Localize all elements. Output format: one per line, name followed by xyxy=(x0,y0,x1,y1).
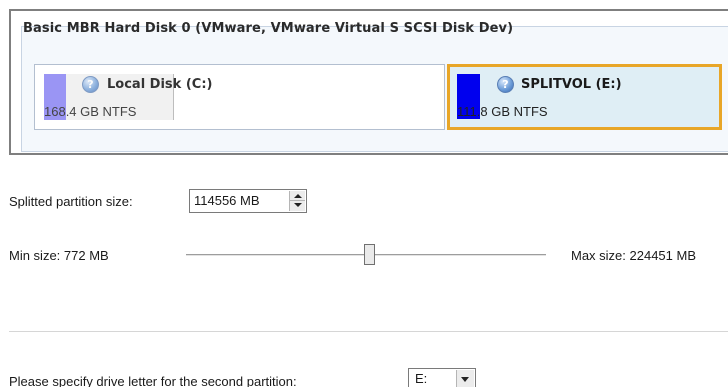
drive-letter-label: Please specify drive letter for the seco… xyxy=(9,374,297,387)
divider xyxy=(9,331,728,332)
chevron-down-icon[interactable] xyxy=(456,370,474,387)
partition-name: SPLITVOL (E:) xyxy=(521,77,622,92)
slider-thumb[interactable] xyxy=(364,244,375,265)
min-size-label: Min size: 772 MB xyxy=(9,248,109,263)
drive-letter-select[interactable]: E: xyxy=(408,368,476,387)
split-size-label: Splitted partition size: xyxy=(9,194,133,209)
split-size-spinbox[interactable]: 114556 MB xyxy=(189,189,307,213)
disk-map-panel: Basic MBR Hard Disk 0 (VMware, VMware Vi… xyxy=(9,9,728,155)
spin-buttons xyxy=(289,191,305,211)
question-disk-icon: ? xyxy=(497,76,514,93)
split-size-value[interactable]: 114556 MB xyxy=(194,193,260,208)
max-size-label: Max size: 224451 MB xyxy=(571,248,697,263)
partition-size: 168.4 GB NTFS xyxy=(44,104,137,119)
partition-splitvol-e[interactable]: ? SPLITVOL (E:) 111.8 GB NTFS xyxy=(447,64,722,130)
spin-down-icon[interactable] xyxy=(290,201,305,211)
partition-local-disk-c[interactable]: ? Local Disk (C:) 168.4 GB NTFS xyxy=(34,64,445,130)
spin-up-icon[interactable] xyxy=(290,191,305,201)
disk-title: Basic MBR Hard Disk 0 (VMware, VMware Vi… xyxy=(23,21,514,36)
split-size-slider[interactable] xyxy=(186,244,546,268)
partition-name: Local Disk (C:) xyxy=(107,77,213,92)
partition-size: 111.8 GB NTFS xyxy=(457,104,548,119)
drive-letter-value: E: xyxy=(415,371,428,386)
split-partition-dialog: Basic MBR Hard Disk 0 (VMware, VMware Vi… xyxy=(0,0,728,387)
question-disk-icon: ? xyxy=(82,76,99,93)
